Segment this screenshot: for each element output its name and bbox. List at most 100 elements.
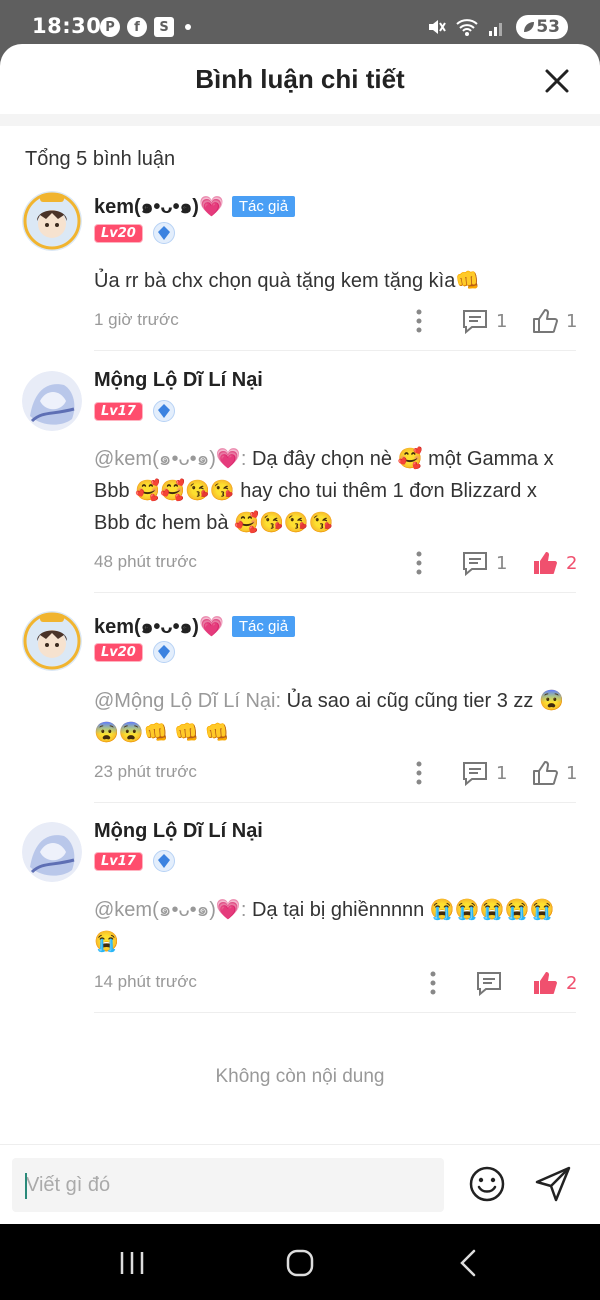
avatar[interactable] — [22, 822, 82, 882]
author-badge: Tác giả — [231, 615, 296, 637]
reply-button[interactable] — [476, 970, 510, 996]
more-options-icon[interactable] — [407, 308, 431, 334]
reply-count: 1 — [496, 762, 508, 784]
close-button[interactable] — [542, 66, 572, 96]
avatar[interactable] — [22, 371, 82, 431]
mention[interactable]: @Mộng Lộ Dĩ Lí Nại: — [94, 690, 287, 712]
divider — [94, 350, 576, 351]
reply-count: 1 — [496, 552, 508, 574]
comment-icon — [463, 552, 487, 576]
comment-actions: 14 phút trước 2 — [94, 968, 577, 998]
comment-username-row: Mộng Lộ Dĩ Lí Nại — [94, 820, 263, 843]
like-button[interactable]: 1 — [532, 760, 577, 786]
emoji-button[interactable] — [468, 1165, 506, 1203]
avatar[interactable] — [22, 191, 82, 251]
notification-icons: P f S — [100, 17, 191, 37]
divider — [94, 1012, 576, 1013]
like-count: 2 — [566, 552, 578, 574]
pinterest-icon: P — [100, 17, 120, 37]
comment-actions: 23 phút trước 1 1 — [94, 758, 577, 788]
comment-text: Ủa rr bà chx chọn quà tặng kem tặng kìa👊 — [94, 265, 574, 297]
avatar[interactable] — [22, 611, 82, 671]
comment-username-row: Mộng Lộ Dĩ Lí Nại — [94, 369, 263, 392]
level-badge: Lv17 — [94, 401, 143, 421]
reply-button[interactable]: 1 — [462, 550, 507, 576]
like-count: 1 — [566, 762, 578, 784]
thumbs-up-icon — [533, 309, 558, 333]
gem-icon — [152, 400, 175, 422]
divider — [94, 592, 576, 593]
end-of-list-label: Không còn nội dung — [215, 1066, 385, 1087]
timestamp: 23 phút trước — [94, 762, 197, 781]
comment-icon — [463, 310, 487, 334]
comment-text: @Mộng Lộ Dĩ Lí Nại: Ủa sao ai cũg cũng t… — [94, 685, 574, 749]
level-badge: Lv17 — [94, 851, 143, 871]
comment-username-row: kem(๑•ᴗ•๑)💗 Tác giả — [94, 190, 296, 222]
reply-button[interactable]: 1 — [462, 760, 507, 786]
mention[interactable]: @kem(๑•ᴗ•๑)💗: — [94, 448, 252, 470]
comment-actions: 48 phút trước 1 2 — [94, 548, 577, 578]
comment-detail-sheet: Bình luận chi tiết Tổng 5 bình luận kem(… — [0, 44, 600, 1224]
username[interactable]: Mộng Lộ Dĩ Lí Nại — [94, 369, 263, 392]
like-button[interactable]: 2 — [532, 970, 577, 996]
recent-apps-button[interactable] — [112, 1248, 152, 1278]
page-title: Bình luận chi tiết — [195, 64, 405, 94]
user-badges: Lv20 — [94, 222, 175, 244]
writer-avatar-image — [22, 191, 82, 251]
battery-level: 53 — [536, 17, 560, 37]
back-button[interactable] — [448, 1248, 488, 1278]
username[interactable]: kem(๑•ᴗ•๑)💗 — [94, 610, 224, 642]
gem-icon — [152, 850, 175, 872]
status-bar: 18:30 P f S 53 — [0, 0, 600, 44]
username[interactable]: Mộng Lộ Dĩ Lí Nại — [94, 820, 263, 843]
timestamp: 14 phút trước — [94, 972, 197, 991]
mute-icon — [429, 20, 447, 34]
system-icons: 53 — [426, 15, 568, 39]
username[interactable]: kem(๑•ᴗ•๑)💗 — [94, 190, 224, 222]
comment-text: @kem(๑•ᴗ•๑)💗: Dạ tại bị ghiềnnnnn 😭😭😭😭😭😭 — [94, 894, 574, 958]
like-button[interactable]: 2 — [532, 550, 577, 576]
more-options-icon[interactable] — [407, 760, 431, 786]
thumbs-up-filled-icon — [534, 552, 557, 574]
comment-input-bar — [0, 1144, 600, 1224]
thumbs-up-filled-icon — [534, 972, 557, 994]
more-notifications-icon — [185, 24, 191, 30]
user-avatar-image — [22, 822, 82, 882]
sheet-header: Bình luận chi tiết — [0, 44, 600, 126]
status-time: 18:30 — [32, 14, 102, 38]
shopee-icon: S — [154, 17, 174, 37]
user-badges: Lv17 — [94, 400, 175, 422]
writer-avatar-image — [22, 611, 82, 671]
system-nav-bar — [0, 1224, 600, 1300]
user-badges: Lv17 — [94, 850, 175, 872]
home-button[interactable] — [280, 1248, 320, 1278]
wifi-icon — [456, 19, 478, 36]
send-button[interactable] — [534, 1165, 572, 1203]
timestamp: 1 giờ trước — [94, 310, 179, 329]
text-caret — [25, 1173, 27, 1199]
level-badge: Lv20 — [94, 642, 143, 662]
gem-icon — [152, 641, 175, 663]
more-options-icon[interactable] — [421, 970, 445, 996]
like-button[interactable]: 1 — [532, 308, 577, 334]
gem-icon — [152, 222, 175, 244]
signal-icon — [489, 23, 503, 36]
comment-actions: 1 giờ trước 1 1 — [94, 306, 577, 336]
reply-count: 1 — [496, 310, 508, 332]
comment-text: @kem(๑•ᴗ•๑)💗: Dạ đây chọn nè 🥰 một Gamma… — [94, 443, 574, 539]
user-badges: Lv20 — [94, 641, 175, 663]
comment-body: Ủa rr bà chx chọn quà tặng kem tặng kìa👊 — [94, 270, 481, 292]
level-badge: Lv20 — [94, 223, 143, 243]
mention[interactable]: @kem(๑•ᴗ•๑)💗: — [94, 899, 252, 921]
like-count: 1 — [566, 310, 578, 332]
thumbs-up-icon — [533, 761, 558, 785]
facebook-icon: f — [127, 17, 147, 37]
divider — [94, 802, 576, 803]
author-badge: Tác giả — [231, 195, 296, 217]
battery-indicator: 53 — [516, 15, 568, 39]
comment-username-row: kem(๑•ᴗ•๑)💗 Tác giả — [94, 610, 296, 642]
reply-button[interactable]: 1 — [462, 308, 507, 334]
comment-input[interactable] — [12, 1158, 444, 1212]
more-options-icon[interactable] — [407, 550, 431, 576]
user-avatar-image — [22, 371, 82, 431]
